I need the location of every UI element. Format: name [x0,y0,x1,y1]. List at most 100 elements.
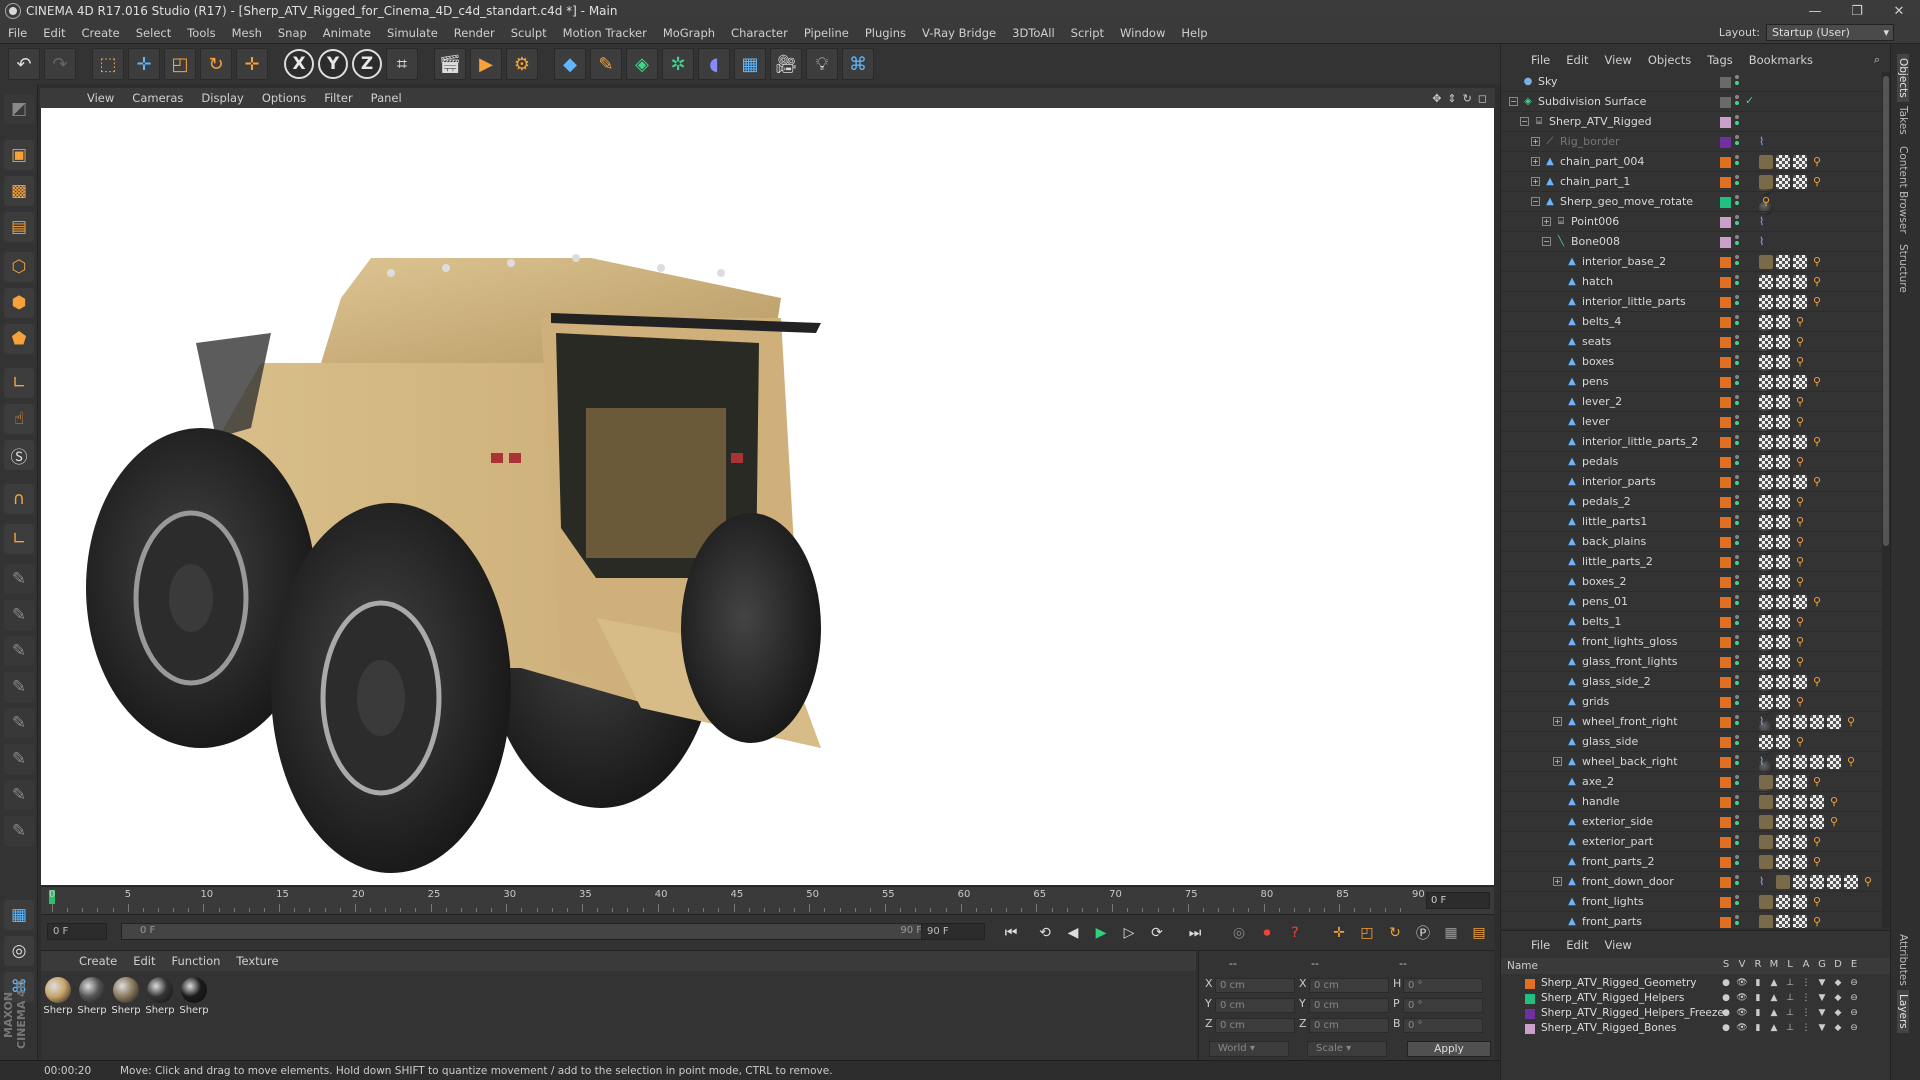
xpresso-tag-icon[interactable]: ⚲ [1793,455,1807,469]
object-name[interactable]: little_parts1 [1582,515,1647,528]
texture-tag-icon[interactable] [1759,615,1773,629]
collapse-icon[interactable]: − [1509,97,1518,106]
layer-color-swatch[interactable] [1720,697,1731,708]
rotate-icon[interactable]: ↻ [200,48,232,80]
xpresso-tag-icon[interactable]: ⚲ [1793,355,1807,369]
object-name[interactable]: front_lights_gloss [1582,635,1678,648]
layer-color-swatch[interactable] [1720,397,1731,408]
visibility-toggle[interactable] [1735,795,1740,809]
object-name[interactable]: front_parts_2 [1582,855,1654,868]
object-name[interactable]: axe_2 [1582,775,1614,788]
layer-color-swatch[interactable] [1720,97,1731,108]
object-name[interactable]: interior_little_parts_2 [1582,435,1698,448]
menu-select[interactable]: Select [128,26,179,40]
texture-tag-icon[interactable] [1759,295,1773,309]
maximize-view-icon[interactable]: ◻ [1478,92,1487,105]
material-swatch[interactable]: Sherp [111,977,141,1016]
expand-icon[interactable]: + [1531,157,1540,166]
menu-help[interactable]: Help [1173,26,1215,40]
layer-color-swatch[interactable] [1720,817,1731,828]
key-position-icon[interactable]: ✛ [1327,922,1351,944]
visibility-toggle[interactable] [1735,635,1740,649]
xpresso-tag-icon[interactable]: ⚲ [1810,595,1824,609]
tweak-mode-icon[interactable]: ☝ [4,404,34,434]
sculpt-brush-6-icon[interactable]: ✎ [4,744,34,774]
texture-tag-icon[interactable] [1776,575,1790,589]
viewport-menu-display[interactable]: Display [192,91,252,105]
layer-toggle-icon[interactable]: 👁︎ [1736,992,1748,1004]
texture-tag-icon[interactable] [1776,355,1790,369]
texture-tag-icon[interactable] [1793,715,1807,729]
layer-toggle-icon[interactable]: ◆ [1832,977,1844,989]
xpresso-tag-icon[interactable]: ⚲ [1810,835,1824,849]
play-forward-icon[interactable]: ▶ [1089,922,1113,944]
object-row[interactable]: ▲ lever_2 ⚲ [1501,392,1889,435]
visibility-toggle[interactable] [1735,415,1740,429]
texture-tag-icon[interactable] [1793,595,1807,609]
object-name[interactable]: chain_part_004 [1560,155,1644,168]
end-frame-field[interactable]: 90 F [921,923,985,940]
texture-tag-icon[interactable] [1759,395,1773,409]
layer-color-swatch[interactable] [1720,857,1731,868]
layer-color-swatch[interactable] [1720,517,1731,528]
texture-tag-icon[interactable] [1793,435,1807,449]
xpresso-tag-icon[interactable]: ⚲ [1793,395,1807,409]
layer-color-swatch[interactable] [1720,757,1731,768]
preview-range-slider[interactable]: 0 F 90 F [121,923,941,940]
object-row[interactable]: ▲ little_parts_2 ⚲ [1501,552,1889,595]
texture-tag-icon[interactable] [1776,295,1790,309]
current-frame-field[interactable]: 0 F [1426,892,1490,909]
layer-color-swatch[interactable] [1720,637,1731,648]
texture-mode-icon[interactable]: ▩ [4,176,34,206]
collapse-icon[interactable]: − [1542,237,1551,246]
visibility-toggle[interactable] [1735,95,1740,109]
menu-pipeline[interactable]: Pipeline [796,26,857,40]
xpresso-tag-icon[interactable]: ⚲ [1810,375,1824,389]
material-swatch[interactable]: Sherp [179,977,209,1016]
texture-tag-icon[interactable] [1793,475,1807,489]
render-view-icon[interactable]: 🎬︎ [434,48,466,80]
object-row[interactable]: − ╲ Bone008 ⌇ [1501,232,1889,252]
sculpt-brush-5-icon[interactable]: ✎ [4,708,34,738]
material-menu-texture[interactable]: Texture [228,954,286,968]
layer-name[interactable]: Sherp_ATV_Rigged_Helpers [1541,992,1684,1004]
object-row[interactable]: ▲ handle ⚲ [1501,792,1889,812]
spiral-icon[interactable]: ◎ [4,936,34,966]
object-row[interactable]: ▲ lever ⚲ [1501,412,1889,455]
texture-tag-icon[interactable] [1793,915,1807,928]
texture-tag-icon[interactable] [1759,415,1773,429]
object-row[interactable]: ▲ pens_01 ⚲ [1501,592,1889,635]
constraint-tag-icon[interactable]: ⌇ [1759,875,1773,889]
layer-toggle-icon[interactable]: ⊥ [1784,992,1796,1004]
timeline-window-icon[interactable]: ▤ [1467,922,1491,944]
texture-tag-icon[interactable] [1776,835,1790,849]
points-mode-icon[interactable]: ⬡ [4,252,34,282]
visibility-toggle[interactable] [1735,495,1740,509]
coord-value-field[interactable]: 0 cm [1215,1018,1295,1033]
visibility-toggle[interactable] [1735,375,1740,389]
menu-file[interactable]: File [0,26,35,40]
tab-content-browser[interactable]: Content Browser [1897,146,1909,234]
polygons-mode-icon[interactable]: ⬟ [4,324,34,354]
viewport-menu-panel[interactable]: Panel [362,91,411,105]
layer-row[interactable]: Sherp_ATV_Rigged_Geometry ● 👁︎ ▮ ▲ ⊥ ⋮ ▼ ◆ ⊖ [1501,976,1890,991]
expand-icon[interactable]: + [1531,177,1540,186]
texture-tag-icon[interactable] [1810,795,1824,809]
minimize-button[interactable]: — [1794,0,1836,22]
xpresso-tag-icon[interactable]: ⚲ [1810,475,1824,489]
xpresso-tag-icon[interactable]: ⚲ [1810,855,1824,869]
layer-toggle-icon[interactable]: ▮ [1752,992,1764,1004]
texture-tag-icon[interactable] [1759,635,1773,649]
texture-preview-tag-icon[interactable] [1759,915,1773,928]
visibility-toggle[interactable] [1735,455,1740,469]
tab-layers[interactable]: Layers [1897,990,1909,1033]
layer-menu-file[interactable]: File [1523,938,1558,952]
layer-color-swatch[interactable] [1720,197,1731,208]
menu-vray-bridge[interactable]: V-Ray Bridge [914,26,1004,40]
layer-color-swatch[interactable] [1720,797,1731,808]
visibility-toggle[interactable] [1735,695,1740,709]
array-icon[interactable]: ✲ [662,48,694,80]
layer-toggle-icon[interactable]: ● [1720,992,1732,1004]
object-name[interactable]: back_plains [1582,535,1646,548]
undo-icon[interactable]: ↶ [8,48,40,80]
